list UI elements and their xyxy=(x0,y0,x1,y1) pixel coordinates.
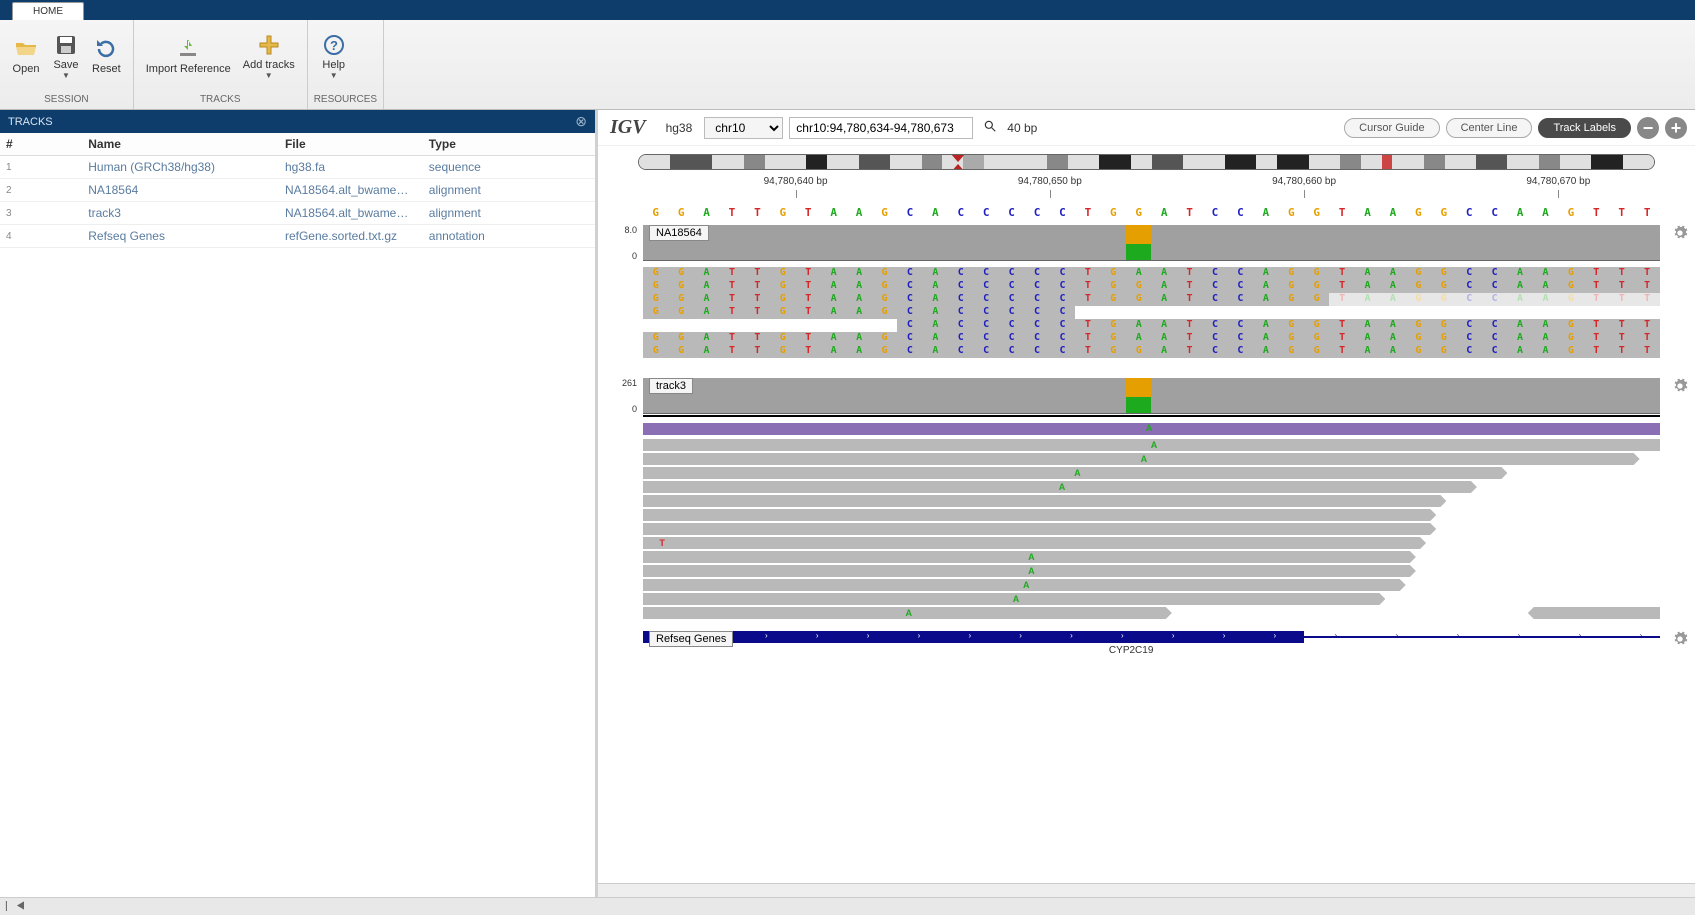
axis-min: 0 xyxy=(607,404,637,414)
help-button[interactable]: ? Help ▼ xyxy=(314,29,354,84)
import-reference-button[interactable]: Import Reference xyxy=(140,33,237,79)
gene-name-label: CYP2C19 xyxy=(1109,645,1153,656)
reset-icon xyxy=(94,37,118,61)
genome-label: hg38 xyxy=(660,121,699,135)
folder-open-icon xyxy=(14,37,38,61)
track-labels-button[interactable]: Track Labels xyxy=(1538,118,1631,138)
tracks-panel-title: TRACKS xyxy=(8,116,53,128)
download-icon xyxy=(176,37,200,61)
tab-home[interactable]: HOME xyxy=(12,2,84,20)
ribbon-tracks-label: TRACKS xyxy=(140,92,301,109)
reset-label: Reset xyxy=(92,63,121,75)
table-row[interactable]: 1Human (GRCh38/hg38)hg38.fasequence xyxy=(0,156,595,179)
add-track-button[interactable]: + xyxy=(1665,117,1687,139)
open-button[interactable]: Open xyxy=(6,33,46,79)
igv-panel: IGV hg38 chr10 40 bp Cursor Guide Center… xyxy=(598,110,1695,897)
save-label: Save xyxy=(53,59,78,71)
genome-view[interactable]: 94,780,640 bp94,780,650 bp94,780,660 bp9… xyxy=(598,172,1695,883)
remove-track-button[interactable]: − xyxy=(1637,117,1659,139)
axis-max: 8.0 xyxy=(607,225,637,235)
consensus-snp: A xyxy=(1136,423,1161,433)
help-icon: ? xyxy=(322,33,346,57)
status-collapse-icon[interactable]: ⎸◀ xyxy=(6,901,25,912)
search-icon[interactable] xyxy=(979,119,1001,136)
tracks-panel-close-icon[interactable]: ⊗ xyxy=(575,113,587,130)
track-label-na18564[interactable]: NA18564 xyxy=(649,225,709,241)
open-label: Open xyxy=(13,63,40,75)
coverage-track3[interactable] xyxy=(643,378,1660,414)
window-size-label: 40 bp xyxy=(1007,121,1037,135)
track-track3: 261 0 track3 A AAAATAAAAA xyxy=(643,378,1660,621)
track-label-refseq[interactable]: Refseq Genes xyxy=(649,631,733,647)
axis-max: 261 xyxy=(607,378,637,388)
ribbon-resources-label: RESOURCES xyxy=(314,92,377,109)
plus-icon xyxy=(257,33,281,57)
track-label-track3[interactable]: track3 xyxy=(649,378,693,394)
reference-sequence-track: GGATTGTAAGCACCCCCTGGATCCAGGTAAGGCCAAGTTT xyxy=(643,206,1660,219)
axis-min: 0 xyxy=(607,251,637,261)
table-row[interactable]: 4Refseq GenesrefGene.sorted.txt.gzannota… xyxy=(0,225,595,248)
tracks-table: # Name File Type 1Human (GRCh38/hg38)hg3… xyxy=(0,133,595,248)
gear-icon[interactable] xyxy=(1672,225,1688,244)
help-label: Help xyxy=(322,59,345,71)
gene-intron[interactable] xyxy=(1304,636,1660,638)
save-button[interactable]: Save ▼ xyxy=(46,29,86,84)
gene-exon[interactable] xyxy=(643,631,1304,643)
coverage-na18564[interactable] xyxy=(643,225,1660,261)
alignment-reads-track3[interactable]: AAAATAAAAA xyxy=(643,439,1660,621)
igv-logo: IGV xyxy=(606,116,654,139)
import-ref-label: Import Reference xyxy=(146,63,231,75)
add-tracks-button[interactable]: Add tracks ▼ xyxy=(237,29,301,84)
gear-icon[interactable] xyxy=(1672,378,1688,397)
horizontal-scrollbar[interactable] xyxy=(598,883,1695,897)
ribbon-group-tracks: Import Reference Add tracks ▼ TRACKS xyxy=(134,20,308,109)
track-refseq-genes: Refseq Genes ››››››››››››››››››› CYP2C19 xyxy=(643,631,1660,655)
chromosome-select[interactable]: chr10 xyxy=(704,117,783,139)
col-idx[interactable]: # xyxy=(0,133,82,156)
ideogram[interactable] xyxy=(598,146,1695,172)
col-name[interactable]: Name xyxy=(82,133,279,156)
ribbon-session-label: SESSION xyxy=(6,92,127,109)
alignment-reads-na18564[interactable]: GGATTGTAAGCACCCCCTGAATCCAGGTAAGGCCAAGTTT… xyxy=(643,267,1660,358)
tracks-panel: TRACKS ⊗ # Name File Type 1Human (GRCh38… xyxy=(0,110,598,897)
chevron-down-icon: ▼ xyxy=(330,71,338,80)
chevron-down-icon: ▼ xyxy=(265,71,273,80)
tracks-panel-header: TRACKS ⊗ xyxy=(0,110,595,133)
status-bar: ⎸◀ xyxy=(0,897,1695,915)
reset-button[interactable]: Reset xyxy=(86,33,127,79)
center-line-button[interactable]: Center Line xyxy=(1446,118,1533,138)
locus-input[interactable] xyxy=(789,117,973,139)
table-row[interactable]: 2NA18564NA18564.alt_bwamem_GRCh38DH.2015… xyxy=(0,179,595,202)
col-file[interactable]: File xyxy=(279,133,423,156)
table-row[interactable]: 3track3NA18564.alt_bwamem_GRCh38DH.20150… xyxy=(0,202,595,225)
consensus-bar: A xyxy=(643,423,1660,435)
genomic-ruler: 94,780,640 bp94,780,650 bp94,780,660 bp9… xyxy=(643,176,1660,206)
gear-icon[interactable] xyxy=(1672,631,1688,650)
app-tab-bar: HOME xyxy=(0,0,1695,20)
save-icon xyxy=(54,33,78,57)
igv-toolbar: IGV hg38 chr10 40 bp Cursor Guide Center… xyxy=(598,110,1695,146)
svg-text:?: ? xyxy=(330,38,338,53)
ribbon-group-session: Open Save ▼ Reset SESSION xyxy=(0,20,134,109)
chevron-down-icon: ▼ xyxy=(62,71,70,80)
add-tracks-label: Add tracks xyxy=(243,59,295,71)
ribbon: Open Save ▼ Reset SESSION Import Referen… xyxy=(0,20,1695,110)
ribbon-group-resources: ? Help ▼ RESOURCES xyxy=(308,20,384,109)
track-na18564: 8.0 0 NA18564 GGATTGTAAGCACCCCCTGAATCCAG… xyxy=(643,225,1660,358)
cursor-guide-button[interactable]: Cursor Guide xyxy=(1344,118,1439,138)
col-type[interactable]: Type xyxy=(423,133,595,156)
